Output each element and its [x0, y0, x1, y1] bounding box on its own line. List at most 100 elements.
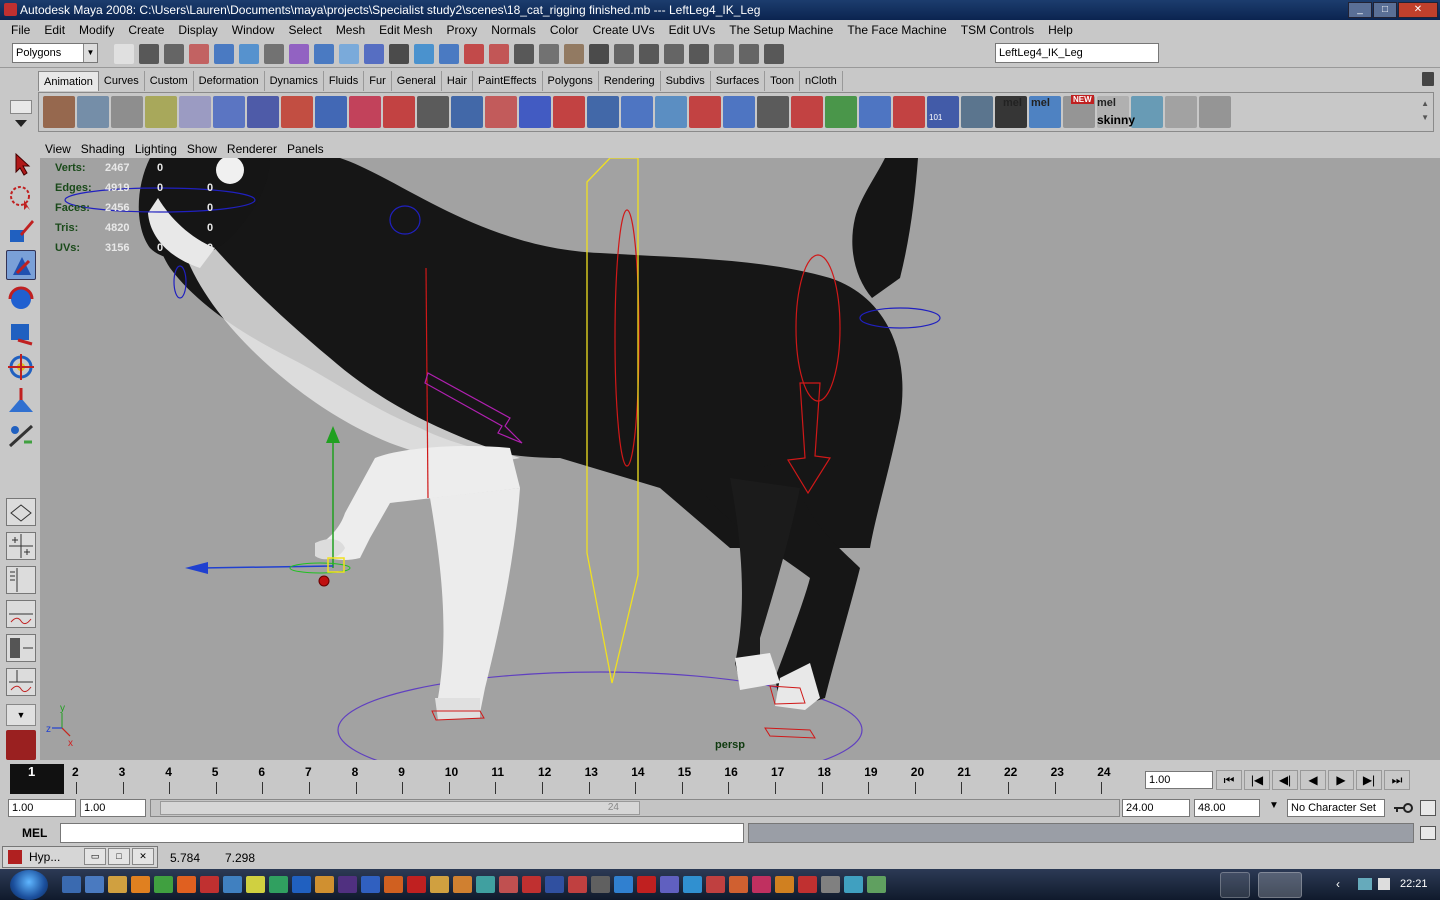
- shelf-tab-curves[interactable]: Curves: [99, 71, 145, 91]
- menu-display[interactable]: Display: [171, 23, 224, 37]
- script-editor-icon[interactable]: [1420, 826, 1436, 840]
- status-tool-6-icon[interactable]: [239, 44, 259, 64]
- quick-launch-app-14-icon[interactable]: [361, 876, 380, 893]
- step-back-frame-button[interactable]: ◀|: [1272, 770, 1298, 790]
- quick-launch-app-1-icon[interactable]: [62, 876, 81, 893]
- menu-normals[interactable]: Normals: [484, 23, 543, 37]
- status-tool-27-icon[interactable]: [764, 44, 784, 64]
- shelf-tab-general[interactable]: General: [392, 71, 442, 91]
- shelf-button-17-icon[interactable]: [587, 96, 619, 128]
- taskbar-firefox-item[interactable]: [1220, 872, 1250, 898]
- current-frame-indicator[interactable]: 1: [10, 764, 64, 794]
- status-tool-5-icon[interactable]: [214, 44, 234, 64]
- shelf-tab-surfaces[interactable]: Surfaces: [711, 71, 766, 91]
- shelf-button-9-icon[interactable]: [315, 96, 347, 128]
- quick-launch-app-9-icon[interactable]: [246, 876, 265, 893]
- last-tool-used-icon[interactable]: [6, 454, 36, 484]
- shelf-tab-toggle-icon[interactable]: [10, 100, 32, 114]
- menu-create-uvs[interactable]: Create UVs: [586, 23, 662, 37]
- menu-the-setup-machine[interactable]: The Setup Machine: [722, 23, 840, 37]
- panel-menu-view[interactable]: View: [40, 142, 76, 156]
- shelf-button-28-icon[interactable]: [961, 96, 993, 128]
- shelf-button-8-icon[interactable]: [281, 96, 313, 128]
- step-forward-frame-button[interactable]: ▶|: [1356, 770, 1382, 790]
- menu-edit[interactable]: Edit: [37, 23, 72, 37]
- panel-menu-panels[interactable]: Panels: [282, 142, 329, 156]
- quick-launch-app-36-icon[interactable]: [867, 876, 886, 893]
- shelf-button-27-icon[interactable]: [927, 96, 959, 128]
- shelf-button-25-icon[interactable]: [859, 96, 891, 128]
- panel-menu-shading[interactable]: Shading: [76, 142, 130, 156]
- preferences-icon[interactable]: [1420, 800, 1436, 816]
- quick-launch-app-5-icon[interactable]: [154, 876, 173, 893]
- shelf-button-35-icon[interactable]: [1199, 96, 1231, 128]
- start-button[interactable]: [10, 870, 48, 900]
- status-tool-22-icon[interactable]: [639, 44, 659, 64]
- menu-set-dropdown[interactable]: Polygons ▼: [12, 43, 98, 63]
- status-tool-13-icon[interactable]: [414, 44, 434, 64]
- tray-expand-icon[interactable]: ‹: [1336, 877, 1340, 891]
- perspective-viewport[interactable]: y z x Verts: 2467 0 Edges: 4919 0 0 Faces: 2456 0…: [40, 158, 1440, 760]
- selected-object-field[interactable]: LeftLeg4_IK_Leg: [995, 43, 1159, 63]
- status-tool-8-icon[interactable]: [289, 44, 309, 64]
- close-button[interactable]: ✕: [1398, 2, 1438, 18]
- chevron-down-icon[interactable]: ▼: [1264, 800, 1284, 816]
- status-tool-24-icon[interactable]: [689, 44, 709, 64]
- show-manipulator-tool-icon[interactable]: [6, 420, 36, 450]
- restore-icon[interactable]: ▭: [84, 848, 106, 865]
- shelf-button-7-icon[interactable]: [247, 96, 279, 128]
- shelf-tab-rendering[interactable]: Rendering: [599, 71, 661, 91]
- range-slider-handle[interactable]: 24: [160, 801, 640, 815]
- menu-color[interactable]: Color: [543, 23, 586, 37]
- shelf-button-4-icon[interactable]: [145, 96, 177, 128]
- menu-edit-uvs[interactable]: Edit UVs: [662, 23, 723, 37]
- status-tool-17-icon[interactable]: [514, 44, 534, 64]
- menu-window[interactable]: Window: [225, 23, 282, 37]
- rotate-tool-icon[interactable]: [6, 284, 36, 314]
- status-tool-7-icon[interactable]: [264, 44, 284, 64]
- status-tool-10-icon[interactable]: [339, 44, 359, 64]
- network-icon[interactable]: [1358, 878, 1372, 890]
- current-time-field[interactable]: 1.00: [1145, 771, 1213, 789]
- single-perspective-layout-button[interactable]: [6, 498, 36, 526]
- quick-launch-app-10-icon[interactable]: [269, 876, 288, 893]
- minimized-hypershade-window[interactable]: Hyp... ▭ □ ✕: [2, 846, 158, 868]
- manipulator-y-arrow-icon[interactable]: [326, 426, 340, 443]
- status-tool-26-icon[interactable]: [739, 44, 759, 64]
- status-tool-14-icon[interactable]: [439, 44, 459, 64]
- shelf-button-24-icon[interactable]: [825, 96, 857, 128]
- quick-launch-app-17-icon[interactable]: [430, 876, 449, 893]
- shelf-tab-ncloth[interactable]: nCloth: [800, 71, 843, 91]
- panel-menu-renderer[interactable]: Renderer: [222, 142, 282, 156]
- shelf-options[interactable]: [8, 96, 36, 136]
- shelf-tab-polygons[interactable]: Polygons: [543, 71, 599, 91]
- shelf-button-19-icon[interactable]: [655, 96, 687, 128]
- shelf-menu-arrow-icon[interactable]: [15, 120, 27, 127]
- status-tool-23-icon[interactable]: [664, 44, 684, 64]
- status-tool-1-icon[interactable]: [114, 44, 134, 64]
- status-tool-20-icon[interactable]: [589, 44, 609, 64]
- lasso-tool-icon[interactable]: [6, 182, 36, 212]
- quick-launch-app-34-icon[interactable]: [821, 876, 840, 893]
- persp-graph-outliner-layout-button[interactable]: [6, 668, 36, 696]
- step-back-key-button[interactable]: |◀: [1244, 770, 1270, 790]
- quick-launch-app-2-icon[interactable]: [85, 876, 104, 893]
- quick-launch-app-25-icon[interactable]: [614, 876, 633, 893]
- quick-launch-app-8-icon[interactable]: [223, 876, 242, 893]
- shelf-button-13-icon[interactable]: [451, 96, 483, 128]
- quick-launch-app-35-icon[interactable]: [844, 876, 863, 893]
- maximize-icon[interactable]: □: [108, 848, 130, 865]
- playback-start-field[interactable]: 1.00: [80, 799, 146, 817]
- universal-manipulator-icon[interactable]: [6, 352, 36, 382]
- shelf-tab-subdivs[interactable]: Subdivs: [661, 71, 711, 91]
- shelf-tab-dynamics[interactable]: Dynamics: [265, 71, 324, 91]
- quick-launch-app-15-icon[interactable]: [384, 876, 403, 893]
- shelf-button-22-icon[interactable]: [757, 96, 789, 128]
- shelf-tab-fur[interactable]: Fur: [364, 71, 392, 91]
- shelf-button-18-icon[interactable]: [621, 96, 653, 128]
- shelf-tab-deformation[interactable]: Deformation: [194, 71, 265, 91]
- character-set-field[interactable]: No Character Set: [1287, 799, 1385, 817]
- persp-graph-layout-button[interactable]: [6, 600, 36, 628]
- manipulator-z-arrow-icon[interactable]: [185, 562, 208, 574]
- paint-select-tool-icon[interactable]: [6, 216, 36, 246]
